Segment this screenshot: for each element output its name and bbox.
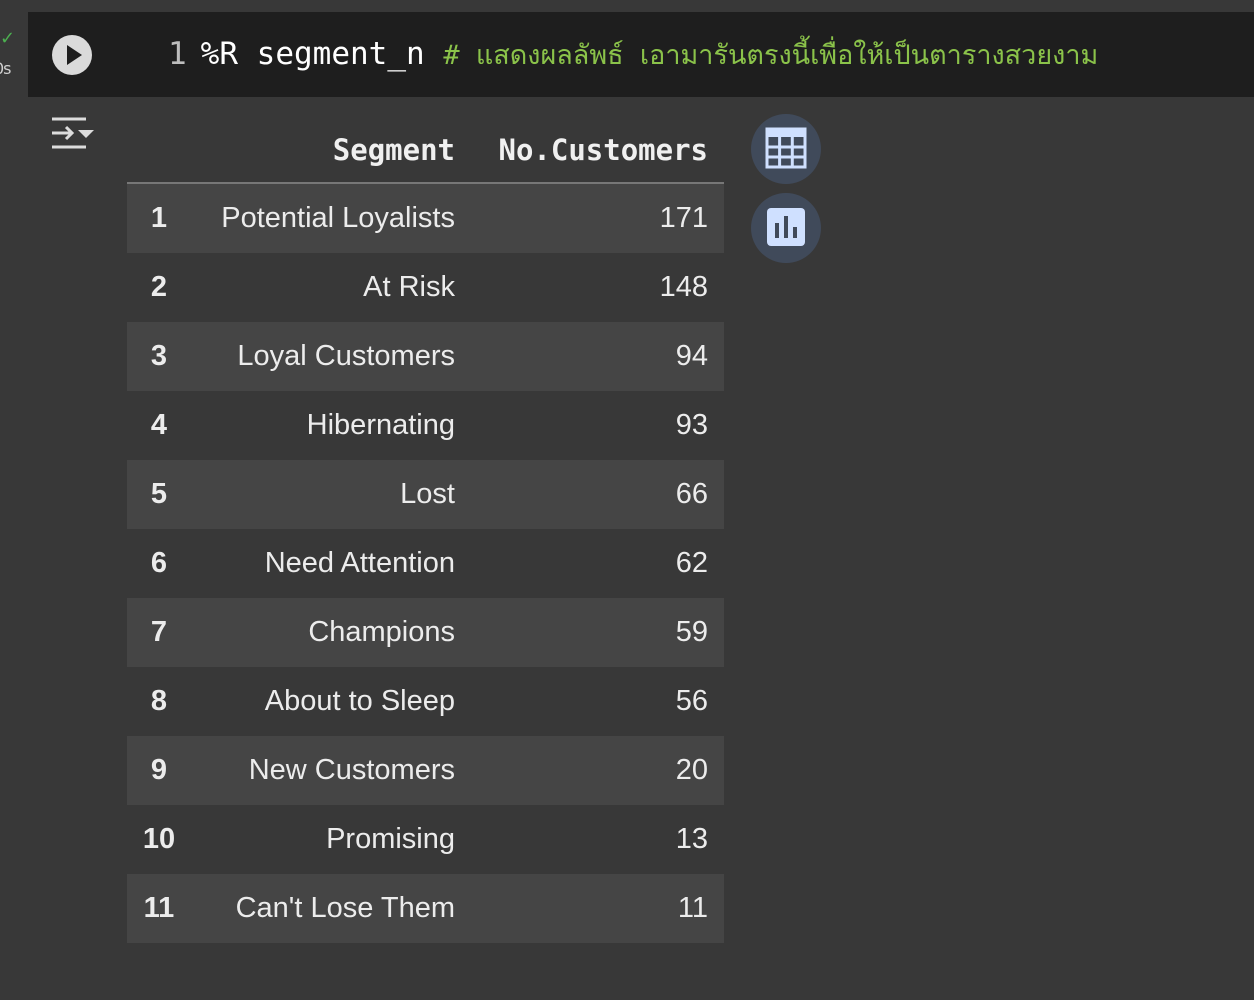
row-index: 4 (127, 391, 191, 460)
row-index: 3 (127, 322, 191, 391)
code-editor[interactable]: 1 %R segment_n # แสดงผลลัพธ์ เอามารันตรงน… (28, 12, 1254, 97)
segment-table: Segment No.Customers 1 Potential Loyalist… (127, 118, 724, 943)
customers-cell: 13 (471, 805, 724, 874)
customers-cell: 66 (471, 460, 724, 529)
output-options-button[interactable] (48, 113, 96, 157)
table-row: 10 Promising 13 (127, 805, 724, 874)
customers-cell: 20 (471, 736, 724, 805)
play-icon (67, 45, 82, 65)
index-header (127, 118, 191, 184)
execution-time: 0s (0, 59, 11, 78)
code-variable: segment_n (256, 36, 425, 72)
table-row: 6 Need Attention 62 (127, 529, 724, 598)
segment-cell: Hibernating (191, 391, 471, 460)
segment-cell: About to Sleep (191, 667, 471, 736)
segment-cell: Loyal Customers (191, 322, 471, 391)
notebook-cell: ✓ 0s 1 %R segment_n # แสดงผลลัพธ์ เอามารั… (0, 0, 1254, 1000)
row-index: 5 (127, 460, 191, 529)
row-index: 9 (127, 736, 191, 805)
table-row: 5 Lost 66 (127, 460, 724, 529)
customers-cell: 93 (471, 391, 724, 460)
segment-cell: Promising (191, 805, 471, 874)
customers-cell: 59 (471, 598, 724, 667)
table-header-row: Segment No.Customers (127, 118, 724, 184)
row-index: 11 (127, 874, 191, 943)
row-index: 8 (127, 667, 191, 736)
customers-cell: 148 (471, 253, 724, 322)
segment-cell: Need Attention (191, 529, 471, 598)
customers-cell: 56 (471, 667, 724, 736)
table-row: 8 About to Sleep 56 (127, 667, 724, 736)
cell-status: ✓ 0s (0, 30, 26, 80)
table-icon (765, 127, 807, 169)
table-view-button[interactable] (751, 114, 821, 184)
column-header-customers: No.Customers (471, 118, 724, 184)
bar-chart-icon (767, 208, 805, 246)
row-index: 2 (127, 253, 191, 322)
table-row: 7 Champions 59 (127, 598, 724, 667)
line-number: 1 (168, 36, 187, 72)
code-line[interactable]: 1 %R segment_n # แสดงผลลัพธ์ เอามารันตรงน… (168, 34, 1098, 74)
column-header-segment: Segment (191, 118, 471, 184)
table-row: 1 Potential Loyalists 171 (127, 183, 724, 253)
code-comment: # แสดงผลลัพธ์ เอามารันตรงนี้เพื่อให้เป็น… (443, 40, 1099, 71)
customers-cell: 94 (471, 322, 724, 391)
customers-cell: 11 (471, 874, 724, 943)
table-row: 4 Hibernating 93 (127, 391, 724, 460)
run-cell-button[interactable] (52, 35, 92, 75)
customers-cell: 171 (471, 183, 724, 253)
table-row: 2 At Risk 148 (127, 253, 724, 322)
segment-cell: Can't Lose Them (191, 874, 471, 943)
output-options-icon (52, 117, 94, 149)
chart-view-button[interactable] (751, 193, 821, 263)
table-row: 11 Can't Lose Them 11 (127, 874, 724, 943)
customers-cell: 62 (471, 529, 724, 598)
row-index: 6 (127, 529, 191, 598)
row-index: 10 (127, 805, 191, 874)
magic-command: %R (200, 36, 238, 72)
success-check-icon: ✓ (0, 28, 16, 49)
row-index: 7 (127, 598, 191, 667)
dataframe-output: Segment No.Customers 1 Potential Loyalist… (127, 118, 724, 943)
segment-cell: Potential Loyalists (191, 183, 471, 253)
table-row: 3 Loyal Customers 94 (127, 322, 724, 391)
segment-cell: Champions (191, 598, 471, 667)
segment-cell: Lost (191, 460, 471, 529)
table-row: 9 New Customers 20 (127, 736, 724, 805)
segment-cell: At Risk (191, 253, 471, 322)
row-index: 1 (127, 183, 191, 253)
segment-cell: New Customers (191, 736, 471, 805)
